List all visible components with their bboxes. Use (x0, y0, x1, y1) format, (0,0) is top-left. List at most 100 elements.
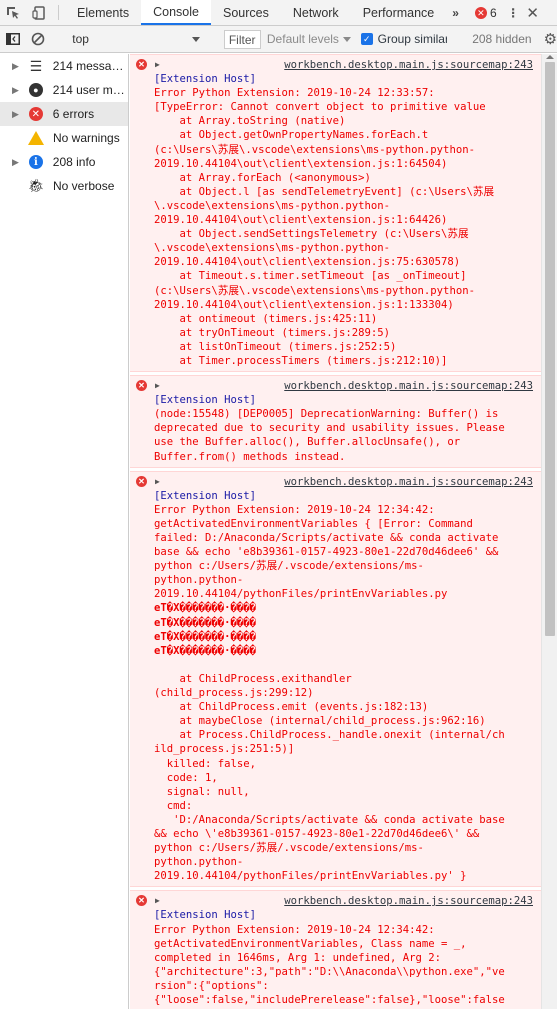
scroll-thumb[interactable] (545, 62, 555, 636)
sidebar-item-errors[interactable]: ▶ ✕ 6 errors (0, 102, 128, 126)
context-selector[interactable]: top (67, 29, 205, 49)
message-line: at listOnTimeout (timers.js:252:5) (154, 340, 397, 353)
console-sidebar: ▶ ☰ 214 messages ▶ ● 214 user me... ▶ ✕ … (0, 54, 129, 1009)
group-similar-checkbox[interactable]: ✓ (360, 33, 373, 45)
message-line: Error Python Extension: 2019-10-24 12:33… (154, 87, 435, 100)
hidden-count: 208 hidden (472, 32, 532, 46)
message-line: at Object.l [as sendTelemetryEvent] (c:\… (154, 185, 495, 198)
chevron-down-icon (191, 36, 200, 42)
message-line: at ChildProcess.emit (events.js:182:13) (154, 701, 429, 714)
message-line: getActivatedEnvironmentVariables, Class … (154, 937, 467, 950)
message-line: at tryOnTimeout (timers.js:289:5) (154, 326, 391, 339)
message-line: (c:\Users\苏展\.vscode\extensions\ms-pytho… (154, 143, 475, 156)
message-line: at Object.sendSettingsTelemetry (c:\User… (154, 228, 469, 241)
source-link[interactable]: workbench.desktop.main.js:sourcemap:243 (154, 379, 535, 393)
filter-input[interactable]: Filter (223, 29, 261, 49)
expand-arrow-icon[interactable]: ▶ (12, 109, 20, 120)
close-icon[interactable]: ✕ (523, 0, 543, 25)
error-icon: ✕ (474, 6, 487, 19)
source-link[interactable]: workbench.desktop.main.js:sourcemap:243 (154, 894, 535, 908)
source-link[interactable]: workbench.desktop.main.js:sourcemap:243 (154, 475, 535, 489)
gear-icon[interactable]: ⚙ (544, 30, 557, 48)
tab-sources[interactable]: Sources (211, 0, 281, 25)
message-line: at ChildProcess.exithandler (154, 672, 352, 685)
console-error-message: ✕ ▶ workbench.desktop.main.js:sourcemap:… (130, 375, 541, 468)
message-line: eT�X�������·���� (154, 602, 257, 615)
console-scrollbar[interactable] (541, 54, 557, 1009)
message-line: python c:/Users/苏展/.vscode/extensions/ms… (154, 560, 424, 573)
message-line: 2019.10.44104\out\client\extension.js:1:… (154, 214, 448, 227)
expand-arrow-icon[interactable]: ▶ (155, 58, 160, 72)
message-line: at Object.getOwnPropertyNames.forEach.t (154, 129, 429, 142)
sidebar-item-label: 6 errors (52, 107, 95, 121)
scroll-up-arrow-icon[interactable] (546, 55, 554, 59)
sidebar-item-label: 208 info (52, 155, 96, 169)
info-icon: i (28, 154, 44, 170)
console-toolbar: top Filter Default levels ✓ Group simila… (0, 26, 557, 53)
source-link[interactable]: workbench.desktop.main.js:sourcemap:243 (154, 58, 535, 72)
tab-performance[interactable]: Performance (351, 0, 447, 25)
message-line: signal: null, (154, 785, 250, 798)
message-line: (child_process.js:299:12) (154, 687, 314, 700)
message-line: 2019.10.44104\out\client\extension.js:1:… (154, 298, 454, 311)
error-counter-button[interactable]: ✕ 6 (465, 0, 503, 25)
message-line: at Array.toString (native) (154, 115, 346, 128)
tab-console[interactable]: Console (141, 0, 211, 25)
console-error-message: ✕ ▶ workbench.desktop.main.js:sourcemap:… (130, 890, 541, 1009)
message-line: 2019.10.44104\out\client\extension.js:75… (154, 256, 461, 269)
message-line: base && echo 'e8b39361-0157-4923-80e1-22… (154, 546, 499, 559)
console-error-message: ✕ ▶ workbench.desktop.main.js:sourcemap:… (130, 54, 541, 373)
message-line: code: 1, (154, 771, 218, 784)
clear-console-icon[interactable] (25, 26, 50, 52)
sidebar-toggle-icon[interactable] (0, 26, 25, 52)
log-levels-dropdown[interactable]: Default levels (267, 32, 351, 46)
message-line: 2019.10.44104/pythonFiles/printEnvVariab… (154, 588, 448, 601)
message-line: Buffer.from() methods instead. (154, 450, 346, 463)
message-line: killed: false, (154, 757, 257, 770)
expand-arrow-icon[interactable]: ▶ (155, 379, 160, 393)
more-options-icon[interactable]: ⋮ (503, 0, 523, 25)
message-line: cmd: (154, 799, 193, 812)
message-line (154, 658, 535, 672)
message-line: failed: D:/Anaconda/Scripts/activate && … (154, 532, 499, 544)
sidebar-item-info[interactable]: ▶ i 208 info (0, 150, 128, 174)
expand-arrow-icon[interactable]: ▶ (12, 157, 20, 168)
more-tabs-button[interactable]: » (446, 0, 465, 25)
message-line: [Extension Host] (154, 394, 257, 407)
sidebar-item-user-messages[interactable]: ▶ ● 214 user me... (0, 78, 128, 102)
sidebar-item-label: No warnings (53, 131, 120, 145)
sidebar-item-messages[interactable]: ▶ ☰ 214 messages (0, 54, 128, 78)
message-body: [Extension Host] (node:15548) [DEP0005] D… (154, 393, 535, 463)
sidebar-item-label: No verbose (53, 179, 115, 193)
tab-elements[interactable]: Elements (65, 0, 141, 25)
message-line: [Extension Host] (154, 489, 257, 502)
message-line: Error Python Extension: 2019-10-24 12:34… (154, 503, 435, 516)
message-line: [TypeError: Cannot convert object to pri… (154, 101, 486, 114)
chevron-down-icon (342, 36, 351, 42)
message-line: eT�X�������·���� (154, 644, 257, 657)
device-toolbar-icon[interactable] (26, 0, 52, 26)
expand-arrow-icon[interactable]: ▶ (155, 894, 160, 908)
console-error-message: ✕ ▶ workbench.desktop.main.js:sourcemap:… (130, 470, 541, 888)
tab-network[interactable]: Network (281, 0, 351, 25)
message-line: 'D:/Anaconda/Scripts/activate && conda a… (154, 813, 505, 826)
element-picker-icon[interactable] (0, 0, 26, 26)
error-icon: ✕ (136, 380, 147, 392)
toolbar-divider (58, 5, 59, 20)
expand-arrow-icon[interactable]: ▶ (12, 61, 20, 72)
message-line: (node:15548) [DEP0005] DeprecationWarnin… (154, 408, 499, 421)
error-icon: ✕ (136, 895, 147, 907)
sidebar-item-warnings[interactable]: No warnings (0, 126, 128, 150)
message-line: 2019.10.44104\out\client\extension.js:1:… (154, 157, 448, 170)
expand-arrow-icon[interactable]: ▶ (12, 85, 20, 96)
user-icon: ● (28, 82, 44, 98)
expand-arrow-icon[interactable]: ▶ (155, 475, 160, 489)
message-line: deprecated due to security and usability… (154, 422, 505, 435)
message-line: python.python- (154, 574, 244, 587)
message-line: [Extension Host] (154, 909, 257, 922)
error-count: 6 (489, 5, 497, 20)
message-line: getActivatedEnvironmentVariables { [Erro… (154, 517, 473, 530)
message-line: ild_process.js:251:5)] (154, 743, 295, 756)
message-line: at maybeClose (internal/child_process.js… (154, 715, 486, 728)
sidebar-item-verbose[interactable]: 🐞︎ No verbose (0, 174, 128, 198)
